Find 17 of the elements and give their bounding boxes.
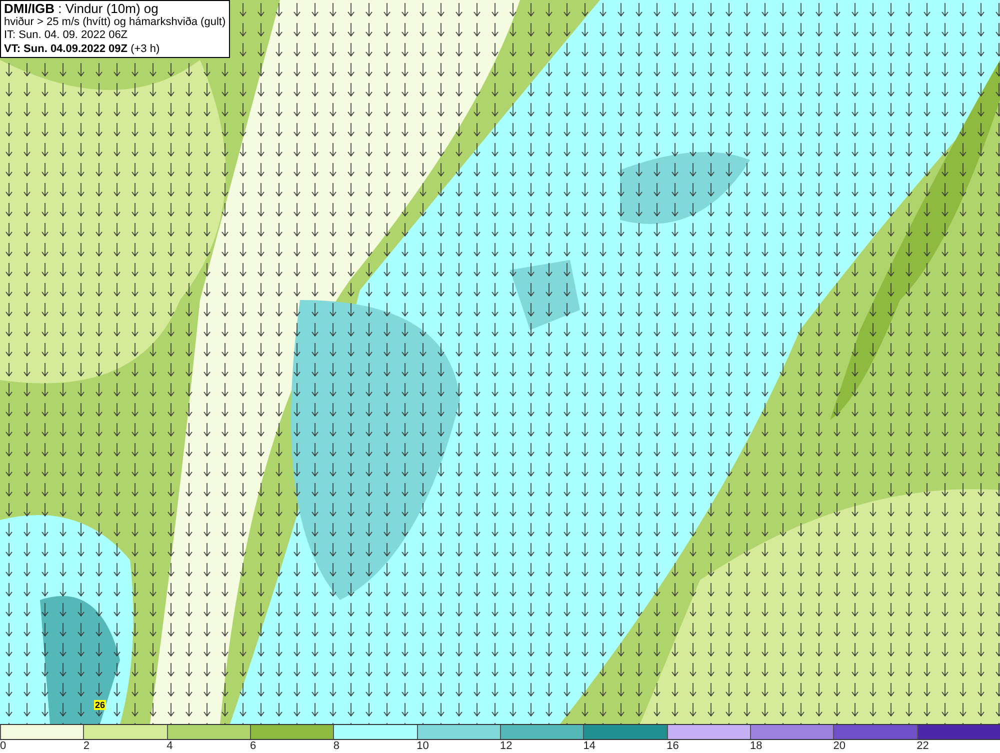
- legend-tick-label: 6: [250, 740, 256, 752]
- legend-tick-label: 0: [0, 740, 6, 752]
- max-gust-label: 26: [94, 700, 106, 710]
- legend-tick-label: 18: [750, 740, 762, 752]
- title-line: IT: Sun. 04. 09. 2022 06Z: [4, 29, 129, 42]
- title-line: hviður > 25 m/s (hvítt) og hámarkshviða (gult): [4, 16, 226, 29]
- legend-tick-label: 20: [833, 740, 846, 752]
- legend-tick-label: 12: [500, 740, 512, 752]
- title-line: VT: Sun. 04.09.2022 09Z (+3 h): [4, 42, 161, 56]
- legend-tick-label: 14: [583, 740, 596, 752]
- legend-tick-label: 16: [666, 740, 679, 752]
- legend-tick-label: 2: [83, 740, 90, 752]
- title-line: DMI/IGB : Vindur (10m) og: [4, 2, 160, 16]
- legend-tick-label: 8: [333, 740, 340, 752]
- legend-tick-label: 22: [916, 740, 929, 752]
- legend-tick-label: 4: [166, 740, 173, 752]
- legend-tick-label: 10: [416, 740, 429, 752]
